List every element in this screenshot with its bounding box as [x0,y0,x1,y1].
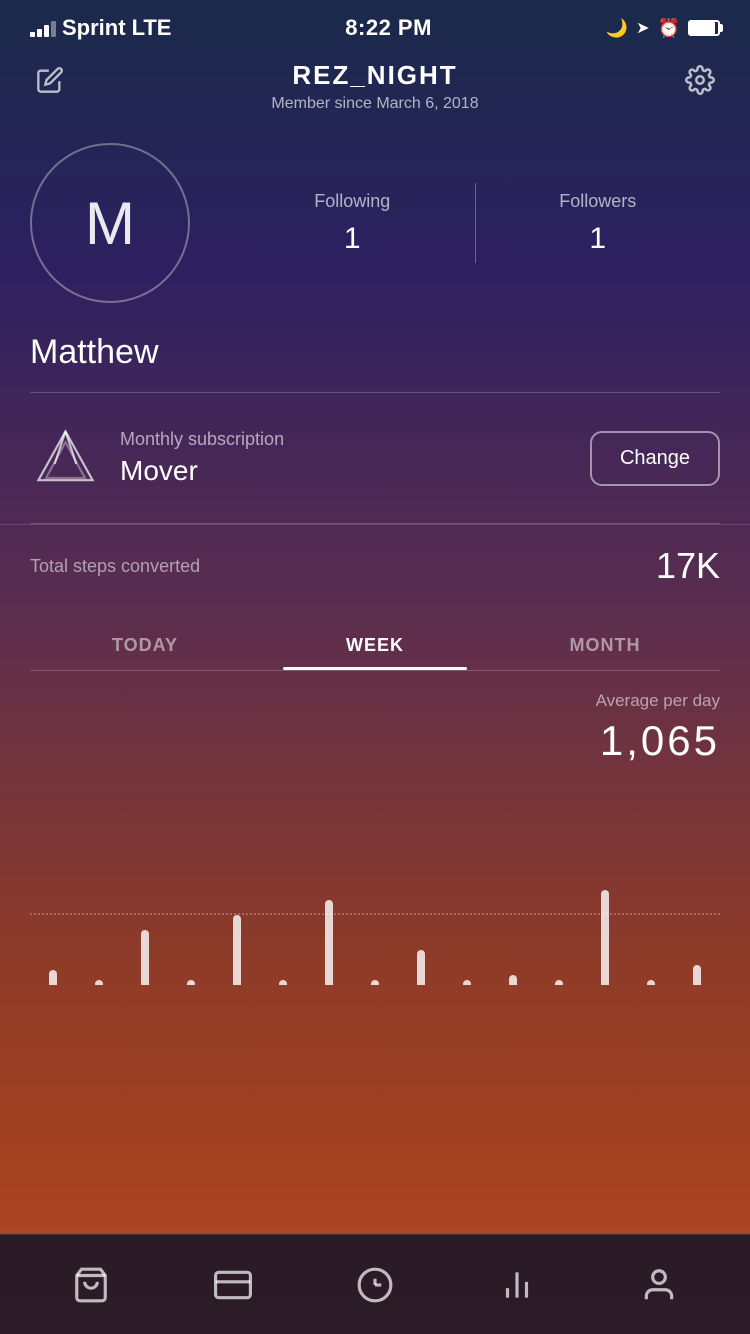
alarm-icon: ⏰ [658,18,680,39]
chart-bar [371,980,379,985]
nav-dashboard[interactable] [335,1255,415,1315]
member-since: Member since March 6, 2018 [70,95,680,113]
followers-stat[interactable]: Followers 1 [476,191,721,256]
steps-value: 17K [656,545,720,587]
following-value: 1 [230,222,475,256]
chart-bar [233,915,241,985]
followers-value: 1 [476,222,721,256]
avatar-letter: M [85,189,135,258]
following-label: Following [230,191,475,212]
profile-name: Matthew [0,323,750,392]
chart-bar [95,980,103,985]
signal-icon [30,19,56,37]
chart-bar [555,980,563,985]
carrier-name: Sprint [62,15,126,41]
tabs-section: TODAY WEEK MONTH [0,617,750,670]
average-value: 1,065 [30,717,720,765]
chart-bar [647,980,655,985]
profile-nav-icon [639,1265,679,1305]
nav-stats[interactable] [477,1255,557,1315]
subscription-info: Monthly subscription Mover [120,429,570,487]
average-section: Average per day 1,065 [0,671,750,785]
subscription-section: Monthly subscription Mover Change [0,393,750,523]
shop-icon [71,1265,111,1305]
steps-label: Total steps converted [30,556,200,577]
network-type: LTE [132,15,172,41]
avatar: M [30,143,190,303]
following-stat[interactable]: Following 1 [230,191,475,256]
tab-month[interactable]: MONTH [490,617,720,670]
header-center: REZ_NIGHT Member since March 6, 2018 [70,60,680,113]
status-indicators: 🌙 ➤ ⏰ [606,18,720,39]
stats-icon [497,1265,537,1305]
wallet-icon [213,1265,253,1305]
profile-header: REZ_NIGHT Member since March 6, 2018 [0,50,750,123]
tab-today[interactable]: TODAY [30,617,260,670]
bottom-nav [0,1234,750,1334]
chart-bar [141,930,149,985]
dashboard-icon [355,1265,395,1305]
chart-bars [30,805,720,985]
nav-wallet[interactable] [193,1255,273,1315]
moon-icon: 🌙 [606,18,628,39]
nav-profile[interactable] [619,1255,699,1315]
chart-bar [279,980,287,985]
tab-week[interactable]: WEEK [260,617,490,670]
chart-bar [693,965,701,985]
chart-bar [49,970,57,985]
chart-bar [509,975,517,985]
status-time: 8:22 PM [345,15,432,41]
username: REZ_NIGHT [70,60,680,91]
edit-button[interactable] [30,60,70,100]
subscription-type: Monthly subscription [120,429,570,450]
chart-bar [187,980,195,985]
chart-area [0,805,750,985]
status-carrier: Sprint LTE [30,15,171,41]
steps-section: Total steps converted 17K [0,524,750,607]
nav-shop[interactable] [51,1255,131,1315]
chart-bar [601,890,609,985]
average-label: Average per day [30,691,720,711]
chart-bar [325,900,333,985]
status-bar: Sprint LTE 8:22 PM 🌙 ➤ ⏰ [0,0,750,50]
chart-bar [417,950,425,985]
mover-icon [30,423,100,493]
location-icon: ➤ [636,18,649,38]
followers-label: Followers [476,191,721,212]
chart-bar [463,980,471,985]
stats-section: Following 1 Followers 1 [230,183,720,263]
settings-button[interactable] [680,60,720,100]
profile-section: M Following 1 Followers 1 [0,123,750,323]
battery-icon [688,20,720,36]
change-subscription-button[interactable]: Change [590,431,720,486]
subscription-plan: Mover [120,455,570,487]
